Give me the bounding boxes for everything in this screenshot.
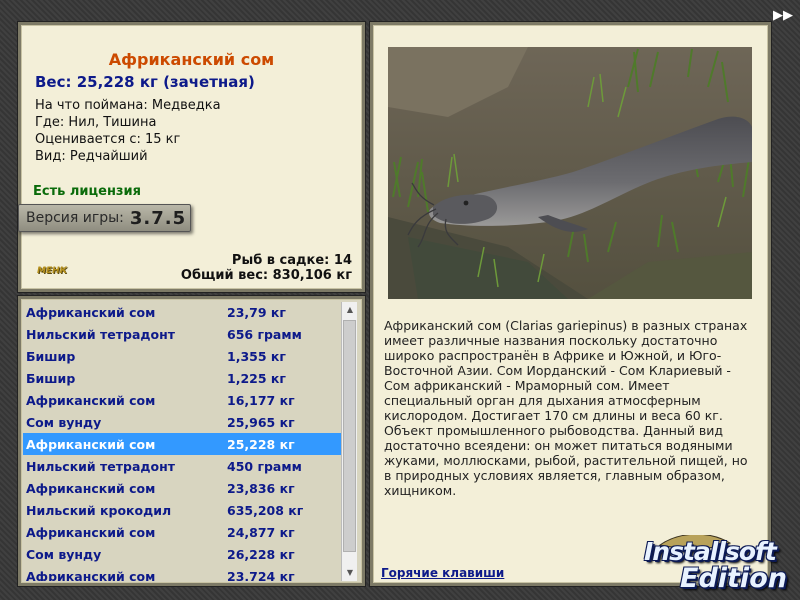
catch-list[interactable]: Африканский сом 23,79 кг Нильский тетрадон…	[23, 301, 341, 581]
hotkeys-link[interactable]: Горячие клавиши	[381, 566, 504, 580]
catch-weight: 25,965 кг	[227, 414, 295, 430]
location-line: Где: Нил, Тишина	[35, 115, 157, 130]
catch-weight: 656 грамм	[227, 326, 302, 342]
rated-from-line: Оценивается с: 15 кг	[35, 132, 181, 147]
brand-line-2: Edition	[680, 563, 787, 594]
catch-weight: 1,225 кг	[227, 370, 286, 386]
catch-row[interactable]: Сом вунду 26,228 кг	[23, 543, 341, 565]
catch-name: Сом вунду	[26, 546, 102, 562]
fish-description: Африканский сом (Clarias gariepinus) в р…	[384, 318, 748, 498]
catch-row[interactable]: Африканский сом 25,228 кг	[23, 433, 341, 455]
catch-row[interactable]: Африканский сом 24,877 кг	[23, 521, 341, 543]
fish-properties: На что поймана: Медведка Где: Нил, Тишин…	[35, 97, 221, 165]
total-weight: Общий вес: 830,106 кг	[180, 268, 352, 283]
catch-weight: 23,79 кг	[227, 304, 286, 320]
catch-row[interactable]: Сом вунду 25,965 кг	[23, 411, 341, 433]
catch-row[interactable]: Нильский крокодил 635,208 кг	[23, 499, 341, 521]
catch-row[interactable]: Нильский тетрадонт 450 грамм	[23, 455, 341, 477]
catch-weight: 26,228 кг	[227, 546, 295, 562]
catch-name: Нильский крокодил	[26, 502, 172, 518]
catch-row[interactable]: Африканский сом 23,724 кг	[23, 565, 341, 582]
fish-photo	[388, 47, 752, 299]
catch-name: Африканский сом	[26, 568, 156, 582]
scroll-thumb[interactable]	[343, 320, 356, 552]
catch-name: Бишир	[26, 370, 76, 386]
catch-row[interactable]: Бишир 1,225 кг	[23, 367, 341, 389]
catch-row[interactable]: Бишир 1,355 кг	[23, 345, 341, 367]
fish-weight: Вес: 25,228 кг (зачетная)	[35, 73, 255, 91]
catch-name: Нильский тетрадонт	[26, 458, 175, 474]
scroll-down-icon[interactable]: ▼	[342, 565, 358, 581]
catch-row[interactable]: Африканский сом 23,836 кг	[23, 477, 341, 499]
version-number: 3.7.5	[129, 207, 187, 229]
installsoft-edition-logo: Installsoft Edition	[640, 535, 795, 597]
catch-name: Африканский сом	[26, 436, 156, 452]
keep-net-count: Рыб в садке: 14	[231, 253, 352, 268]
fast-forward-icon[interactable]: ▶▶	[770, 8, 796, 26]
brand-line-1: Installsoft	[644, 537, 777, 566]
catch-row[interactable]: Африканский сом 16,177 кг	[23, 389, 341, 411]
version-label: Версия игры:	[26, 210, 124, 226]
scroll-up-icon[interactable]: ▲	[342, 302, 358, 318]
catch-name: Африканский сом	[26, 304, 156, 320]
catch-row[interactable]: Нильский тетрадонт 656 грамм	[23, 323, 341, 345]
catch-weight: 23,836 кг	[227, 480, 295, 496]
catch-name: Африканский сом	[26, 480, 156, 496]
catch-name: Бишир	[26, 348, 76, 364]
fish-name: Африканский сом	[108, 50, 275, 69]
catch-weight: 16,177 кг	[227, 392, 295, 408]
license-status: Есть лицензия	[33, 184, 141, 199]
catch-weight: 450 грамм	[227, 458, 302, 474]
catch-weight: 1,355 кг	[227, 348, 286, 364]
kind-line: Вид: Редчайший	[35, 149, 148, 164]
catch-weight: 23,724 кг	[227, 568, 295, 582]
catch-name: Африканский сом	[26, 392, 156, 408]
catch-name: Сом вунду	[26, 414, 102, 430]
list-scrollbar[interactable]: ▲ ▼	[341, 302, 357, 581]
catch-row[interactable]: Африканский сом 23,79 кг	[23, 301, 341, 323]
catch-name: Нильский тетрадонт	[26, 326, 175, 342]
bait-line: На что поймана: Медведка	[35, 98, 221, 113]
catch-weight: 24,877 кг	[227, 524, 295, 540]
fish-detail-panel: Африканский сом (Clarias gariepinus) в р…	[370, 22, 771, 586]
catch-weight: 635,208 кг	[227, 502, 304, 518]
fish-info-panel: Африканский сом Вес: 25,228 кг (зачетная…	[18, 22, 365, 292]
small-logo: МЕНК	[37, 266, 67, 276]
version-badge: Версия игры: 3.7.5	[18, 204, 191, 232]
catch-list-panel: Африканский сом 23,79 кг Нильский тетрадон…	[18, 296, 365, 586]
catch-name: Африканский сом	[26, 524, 156, 540]
catch-weight: 25,228 кг	[227, 436, 295, 452]
